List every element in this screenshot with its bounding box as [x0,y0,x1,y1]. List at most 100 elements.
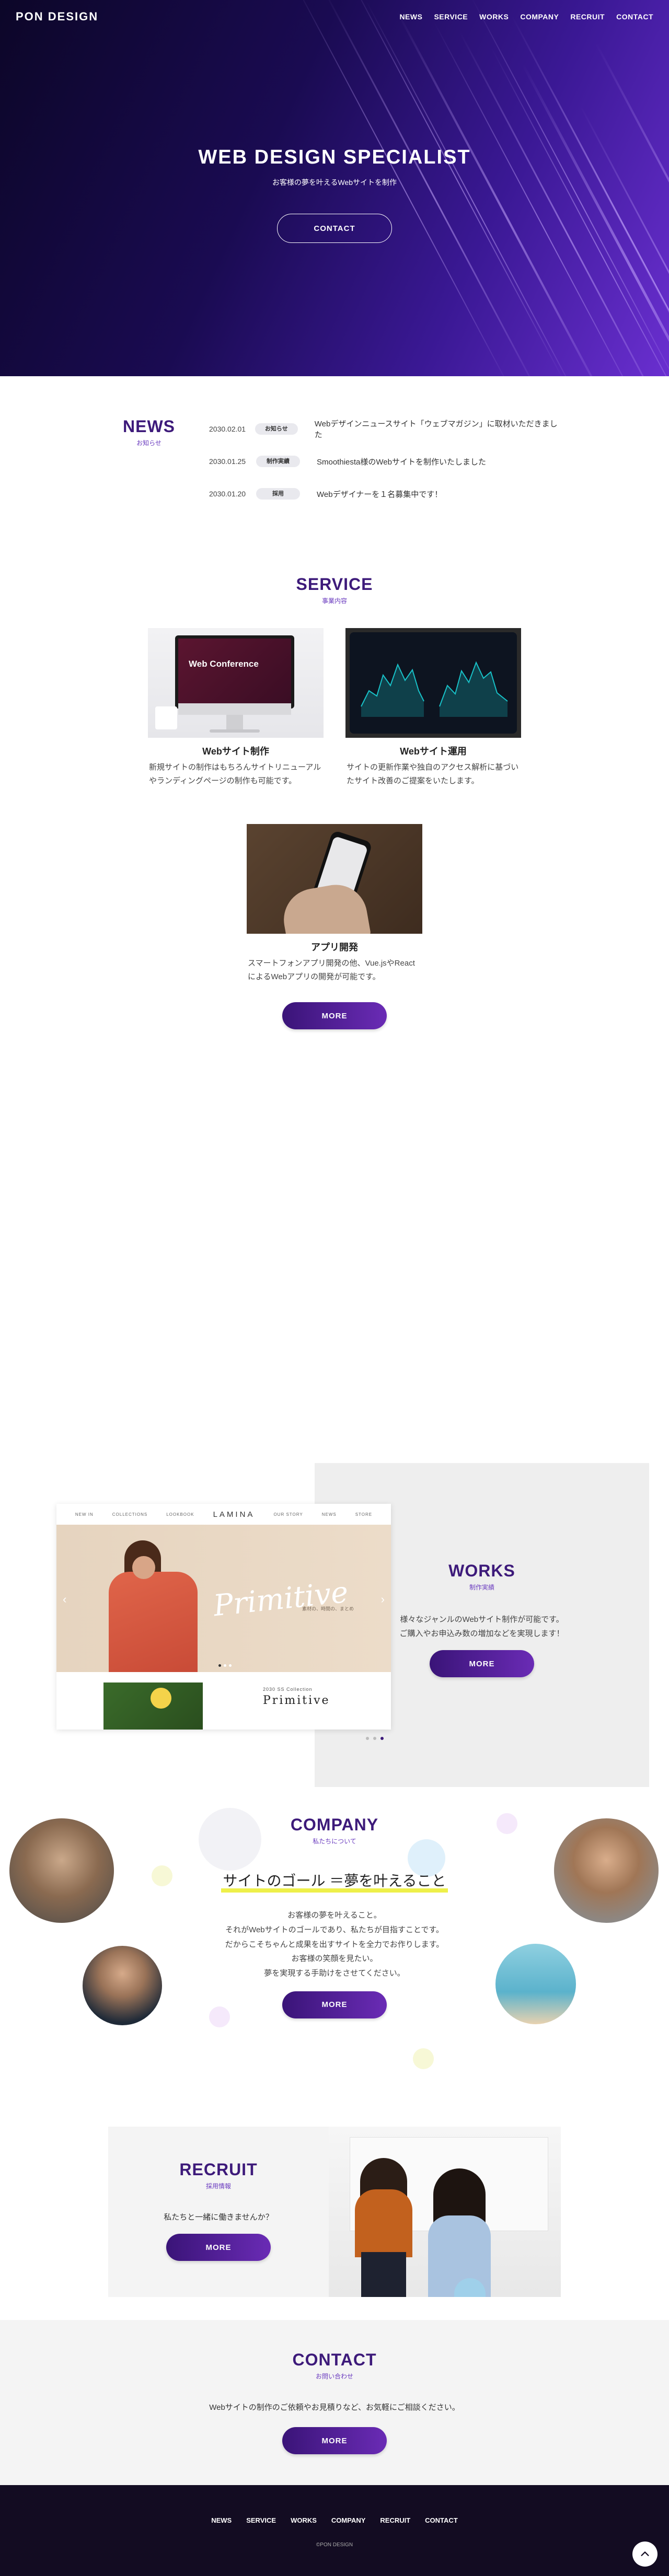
whiteboard-image [329,2127,561,2297]
contact-section: CONTACT お問い合わせ Webサイトの制作のご依頼やお見積りなど、お気軽に… [0,2320,669,2485]
nav-works[interactable]: WORKS [479,13,509,21]
chevron-left-icon[interactable]: ‹ [63,1593,66,1606]
news-tag: 採用 [256,488,300,500]
works-text-line: ご購入やお申込み数の増加などを実現します！ [399,1629,564,1638]
company-text-line: だからこそちゃんと成果を出すサイトを全力でお作りします。 [225,1940,444,1949]
company-lead: サイトのゴール ＝夢を叶えること [221,1870,448,1893]
slider-dot[interactable] [366,1737,369,1740]
works-text-line: 様々なジャンルのWebサイト制作が可能です。 [400,1615,564,1624]
news-date: 2030.01.25 [209,457,246,466]
company-more-button[interactable]: MORE [282,1991,387,2018]
news-item[interactable]: 2030.01.25 制作実績 Smoothiesta様のWebサイトを制作いた… [209,445,559,478]
contact-more-button[interactable]: MORE [282,2427,387,2454]
footer-nav-company[interactable]: COMPANY [331,2516,365,2524]
nav-news[interactable]: NEWS [399,13,422,21]
news-date: 2030.01.20 [209,490,246,498]
footer-nav-service[interactable]: SERVICE [246,2516,276,2524]
news-text[interactable]: Smoothiesta様のWebサイトを制作いたしました [317,456,486,467]
analytics-tablet-image [345,628,521,738]
works-title: WORKS [448,1561,515,1580]
slider-dots [366,1737,384,1740]
footer-nav-recruit[interactable]: RECRUIT [380,2516,410,2524]
service-card-web-production: Web Conference Webサイト制作 新規サイトの制作はもちろんサイト… [147,628,325,787]
recruit-text: 私たちと一緒に働きませんか？ [164,2213,273,2222]
nav-recruit[interactable]: RECRUIT [570,13,605,21]
screen-title: Web Conference [189,659,259,669]
news-subtitle: お知らせ [136,439,162,447]
shot-collection-label: 2030 SS Collection [263,1687,313,1692]
hero-title: WEB DESIGN SPECIALIST [198,146,471,168]
decor-bubble [413,2048,434,2069]
news-item[interactable]: 2030.02.01 お知らせ Webデザインニュースサイト「ウェブマガジン」に… [209,413,559,445]
news-text[interactable]: Webデザインニュースサイト「ウェブマガジン」に取材いただきました [315,418,559,440]
chevron-up-icon [641,2551,649,2556]
works-subtitle: 制作実績 [469,1584,494,1591]
smartphone-image [247,824,422,934]
service-section: SERVICE 事業内容 Web Conference Webサイト制作 新規サ… [0,554,669,1463]
news-text[interactable]: Webデザイナーを１名募集中です！ [317,489,442,500]
back-to-top-button[interactable] [632,2542,658,2567]
service-card-title: Webサイト運用 [400,746,467,757]
nav-service[interactable]: SERVICE [434,13,468,21]
slider-dot-active[interactable] [380,1737,384,1740]
staff-photo [495,1944,576,2024]
works-section: NEW IN COLLECTIONS LOOKBOOK LAMINA OUR S… [0,1463,669,1787]
site-footer: NEWS SERVICE WORKS COMPANY RECRUIT CONTA… [0,2485,669,2576]
shot-brand: LAMINA [213,1510,255,1519]
recruit-subtitle: 採用情報 [205,2183,231,2190]
news-list: 2030.02.01 お知らせ Webデザインニュースサイト「ウェブマガジン」に… [188,413,559,554]
works-text: 様々なジャンルのWebサイト制作が可能です。 ご購入やお申込み数の増加などを実現… [315,1612,649,1641]
company-section: COMPANY 私たちについて サイトのゴール ＝夢を叶えること お客様の夢を叶… [0,1787,669,2095]
shot-nav-item: LOOKBOOK [166,1512,194,1517]
service-card-desc: スマートフォンアプリ開発の他、Vue.jsやReactによるWebアプリの開発が… [248,959,415,981]
service-card-desc: 新規サイトの制作はもちろんサイトリニューアルやランディングページの制作も可能です… [149,763,321,785]
service-card-title: Webサイト制作 [202,746,269,757]
footer-nav: NEWS SERVICE WORKS COMPANY RECRUIT CONTA… [0,2516,669,2524]
recruit-more-button[interactable]: MORE [166,2234,271,2261]
company-text-line: お客様の夢を叶えること。 [287,1911,382,1920]
company-text-line: それがWebサイトのゴールであり、私たちが目指すことです。 [225,1925,444,1934]
hero-subtitle: お客様の夢を叶えるWebサイトを制作 [272,178,397,187]
works-more-button[interactable]: MORE [430,1650,534,1677]
contact-text: Webサイトの制作のご依頼やお見積りなど、お気軽にご相談ください。 [209,2403,460,2412]
hero-content: WEB DESIGN SPECIALIST お客様の夢を叶えるWebサイトを制作… [0,146,669,243]
news-tag: 制作実績 [256,456,300,467]
imac-image: Web Conference [148,628,324,738]
site-header: PON DESIGN NEWS SERVICE WORKS COMPANY RE… [0,0,669,33]
news-section: NEWS お知らせ 2030.02.01 お知らせ Webデザインニュースサイト… [0,376,669,554]
service-subtitle: 事業内容 [321,597,347,605]
slider-dot[interactable] [373,1737,376,1740]
shot-nav-item: COLLECTIONS [112,1512,148,1517]
news-date: 2030.02.01 [209,425,246,433]
decor-bubble [209,2006,230,2027]
news-item[interactable]: 2030.01.20 採用 Webデザイナーを１名募集中です！ [209,478,559,510]
footer-nav-news[interactable]: NEWS [211,2516,232,2524]
recruit-section: RECRUIT 採用情報 私たちと一緒に働きませんか？ MORE [0,2095,669,2320]
service-card-app-development: アプリ開発 スマートフォンアプリ開発の他、Vue.jsやReactによるWebア… [246,824,423,983]
hero-contact-button[interactable]: CONTACT [277,214,392,243]
shot-nav-item: OUR STORY [273,1512,303,1517]
global-nav: NEWS SERVICE WORKS COMPANY RECRUIT CONTA… [399,13,653,21]
site-logo[interactable]: PON DESIGN [16,10,98,24]
footer-nav-contact[interactable]: CONTACT [425,2516,458,2524]
contact-title: CONTACT [292,2350,377,2369]
service-title: SERVICE [296,575,373,594]
contact-subtitle: お問い合わせ [315,2373,353,2380]
news-title: NEWS [123,417,175,436]
service-more-button[interactable]: MORE [282,1002,387,1029]
staff-photo [83,1946,162,2025]
nav-company[interactable]: COMPANY [520,13,559,21]
hero-section: PON DESIGN NEWS SERVICE WORKS COMPANY RE… [0,0,669,376]
news-tag: お知らせ [255,423,298,435]
recruit-title: RECRUIT [179,2160,258,2179]
service-card-desc: サイトの更新作業や独自のアクセス解析に基づいたサイト改善のご提案をいたします。 [347,763,519,785]
company-title: COMPANY [290,1815,379,1834]
works-info: WORKS 制作実績 様々なジャンルのWebサイト制作が可能です。 ご購入やお申… [315,1463,649,1787]
decor-bubble [497,1813,517,1834]
footer-nav-works[interactable]: WORKS [291,2516,317,2524]
service-card-web-operation: Webサイト運用 サイトの更新作業や独自のアクセス解析に基づいたサイト改善のご提… [344,628,522,787]
shot-nav-item: NEW IN [75,1512,94,1517]
nav-contact[interactable]: CONTACT [616,13,653,21]
copyright: ©PON DESIGN [316,2542,353,2548]
service-card-title: アプリ開発 [311,942,358,953]
